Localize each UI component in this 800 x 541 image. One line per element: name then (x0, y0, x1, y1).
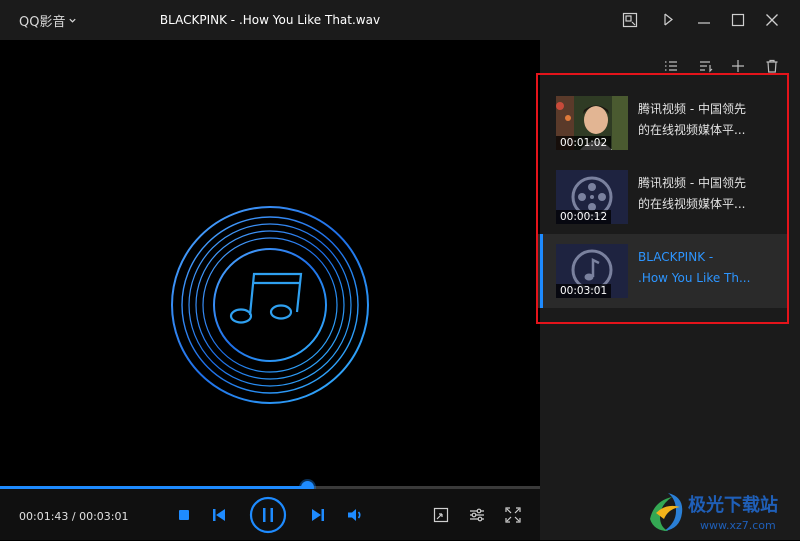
control-bar: 00:01:43 / 00:03:01 (0, 489, 540, 540)
settings-button[interactable] (468, 506, 486, 524)
next-button[interactable] (309, 507, 327, 523)
pin-icon (664, 13, 673, 26)
title-bar: QQ影音 BLACKPINK - .How You Like That.wav (0, 0, 800, 40)
playlist-item[interactable]: 00:01:02 腾讯视频 - 中国领先 的在线视频媒体平... (538, 86, 787, 160)
plus-icon (732, 60, 744, 72)
item-title: BLACKPINK - .How You Like Th... (638, 250, 751, 285)
pause-button[interactable] (249, 496, 287, 534)
previous-button[interactable] (210, 507, 228, 523)
active-indicator (540, 234, 543, 308)
close-icon (766, 14, 778, 26)
sort-icon (700, 61, 713, 73)
previous-icon (213, 509, 225, 521)
playlist-item[interactable]: 00:00:12 腾讯视频 - 中国领先 的在线视频媒体平... (538, 160, 787, 234)
mini-mode-icon (622, 12, 638, 28)
mini-mode-button[interactable] (620, 10, 640, 30)
minimize-icon (698, 22, 710, 24)
minimize-button[interactable] (694, 10, 714, 30)
screenshot-icon (433, 507, 449, 523)
watermark-url: www.xz7.com (700, 519, 776, 532)
sliders-icon (470, 508, 484, 522)
duration-label: 00:00:12 (556, 210, 612, 224)
time-display: 00:01:43 / 00:03:01 (19, 510, 129, 523)
video-thumbnail: 00:01:02 (556, 96, 628, 150)
item-title: 腾讯视频 - 中国领先 的在线视频媒体平... (638, 102, 746, 137)
playlist-item-active[interactable]: 00:03:01 BLACKPINK - .How You Like Th... (538, 234, 787, 308)
list-icon (665, 61, 677, 71)
watermark-text: 极光下载站 (688, 494, 778, 516)
maximize-button[interactable] (728, 10, 748, 30)
volume-button[interactable] (346, 507, 366, 523)
video-area[interactable] (0, 40, 540, 487)
duration-label: 00:01:02 (556, 136, 612, 150)
music-disc-graphic (171, 206, 369, 404)
fullscreen-icon (505, 507, 521, 523)
watermark-logo: 极光下载站 www.xz7.com (640, 485, 800, 537)
next-icon (312, 509, 324, 521)
pin-top-button[interactable] (658, 10, 678, 30)
video-thumbnail: 00:00:12 (556, 170, 628, 224)
playlist: 00:01:02 腾讯视频 - 中国领先 的在线视频媒体平... 00:00:1… (536, 73, 789, 324)
media-title: BLACKPINK - .How You Like That.wav (159, 13, 381, 27)
pause-icon (249, 496, 287, 534)
screenshot-button[interactable] (432, 506, 450, 524)
add-button[interactable] (730, 58, 746, 74)
delete-button[interactable] (764, 58, 780, 74)
audio-thumbnail: 00:03:01 (556, 244, 628, 298)
close-button[interactable] (762, 10, 782, 30)
duration-label: 00:03:01 (556, 284, 612, 298)
item-title: 腾讯视频 - 中国领先 的在线视频媒体平... (638, 176, 746, 211)
fullscreen-button[interactable] (504, 506, 522, 524)
music-note-icon (229, 272, 303, 324)
stop-button[interactable] (176, 508, 192, 522)
stop-icon (179, 510, 189, 520)
sort-button[interactable] (698, 58, 714, 74)
list-view-button[interactable] (663, 58, 679, 74)
volume-icon (348, 509, 361, 521)
trash-icon (766, 59, 778, 73)
maximize-icon (731, 13, 745, 27)
